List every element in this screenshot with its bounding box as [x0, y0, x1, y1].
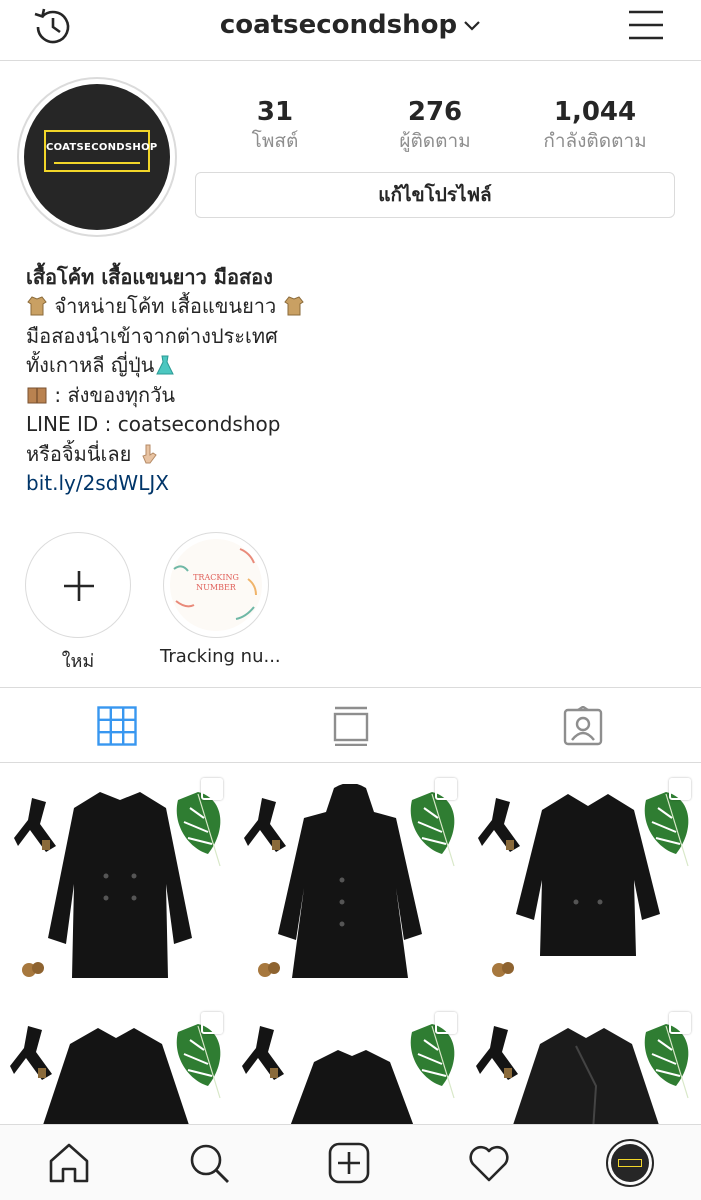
add-post-icon[interactable]: [327, 1141, 371, 1185]
highlight-new[interactable]: ใหม่: [22, 532, 134, 675]
home-icon[interactable]: [47, 1141, 91, 1185]
grid-post-1[interactable]: [0, 766, 233, 998]
profile-bio: เสื้อโค้ท เสื้อแขนยาว มือสอง จำหน่ายโค้ท…: [26, 262, 676, 499]
stat-followers[interactable]: 276 ผู้ติดตาม: [365, 96, 505, 154]
stat-posts-label: โพสต์: [251, 130, 299, 152]
avatar-logo-box: COATSECONDSHOP: [44, 130, 158, 172]
bio-line-5: LINE ID : coatsecondshop: [26, 412, 281, 436]
coat-emoji-icon: [283, 296, 304, 316]
pointing-down-emoji-icon: [142, 444, 157, 463]
grid-post-6[interactable]: [468, 1000, 701, 1126]
highlight-new-circle: [25, 532, 131, 638]
multiple-photos-icon: [201, 778, 223, 800]
grid-post-5[interactable]: [234, 1000, 467, 1126]
dress-emoji-icon: [156, 355, 175, 375]
stat-posts-count: 31: [256, 97, 294, 127]
pinecone-image: [258, 962, 280, 977]
highlight-new-label: ใหม่: [61, 651, 95, 672]
avatar-image: COATSECONDSHOP: [24, 84, 170, 230]
feed-icon[interactable]: [331, 706, 371, 746]
bio-line-2: มือสองนำเข้าจากต่างประเทศ: [26, 323, 278, 348]
stat-following-label: กำลังติดตาม: [543, 130, 647, 152]
grid-post-2[interactable]: [234, 766, 467, 998]
multiple-photos-icon: [669, 778, 691, 800]
hamburger-menu-icon[interactable]: [627, 8, 665, 42]
grid-post-3[interactable]: [468, 766, 701, 998]
top-bar: coatsecondshop: [0, 0, 701, 61]
profile-name: เสื้อโค้ท เสื้อแขนยาว มือสอง: [26, 265, 273, 289]
highlight-tracking[interactable]: TRACKING NUMBER Tracking nu...: [160, 532, 281, 667]
leaf-image: [176, 792, 221, 867]
multiple-photos-icon: [669, 1012, 691, 1034]
stat-followers-label: ผู้ติดตาม: [399, 130, 471, 152]
stat-followers-count: 276: [407, 97, 463, 127]
bio-line-3-text: ทั้งเกาหลี ญี่ปุ่น: [26, 353, 155, 377]
stat-posts[interactable]: 31 โพสต์: [205, 96, 345, 154]
chevron-down-icon: [464, 20, 480, 31]
bio-link[interactable]: bit.ly/2sdWLJX: [26, 469, 676, 499]
pinecone-image: [22, 962, 44, 977]
username-title: coatsecondshop: [219, 10, 458, 40]
bio-line-1: จำหน่ายโค้ท เสื้อแขนยาว: [26, 292, 676, 322]
profile-avatar[interactable]: COATSECONDSHOP: [17, 77, 177, 237]
bio-line-4-text: : ส่งของทุกวัน: [54, 382, 176, 407]
highlight-tracking-cover: TRACKING NUMBER: [170, 539, 262, 631]
profile-tabs: [0, 687, 701, 763]
bio-line-1-text: จำหน่ายโค้ท เสื้อแขนยาว: [54, 294, 277, 318]
package-emoji-icon: [27, 387, 47, 403]
leaf-image: [644, 792, 689, 867]
tracking-cover-line-1: TRACKING: [193, 573, 239, 582]
tracking-cover-text: TRACKING NUMBER: [170, 573, 262, 593]
stat-following[interactable]: 1,044 กำลังติดตาม: [525, 96, 665, 154]
profile-avatar-icon[interactable]: [606, 1139, 654, 1187]
search-icon[interactable]: [187, 1141, 231, 1185]
avatar-logo-underline: [54, 162, 140, 164]
heart-icon[interactable]: [467, 1141, 511, 1185]
multiple-photos-icon: [201, 1012, 223, 1034]
coat-emoji-icon: [27, 296, 47, 316]
grid-icon[interactable]: [97, 706, 137, 746]
multiple-photos-icon: [435, 778, 457, 800]
avatar-logo-text: COATSECONDSHOP: [46, 142, 158, 153]
pinecone-image: [492, 962, 514, 977]
bio-line-3: ทั้งเกาหลี ญี่ปุ่น: [26, 351, 676, 381]
tagged-icon[interactable]: [563, 706, 603, 746]
bio-line-4: : ส่งของทุกวัน: [26, 381, 676, 411]
grid-post-4[interactable]: [0, 1000, 233, 1126]
bottom-navigation: [0, 1124, 701, 1200]
photo-grid: [0, 766, 701, 1126]
bio-line-6: หรือจิ้มนี่เลย: [26, 440, 676, 470]
highlight-tracking-circle: TRACKING NUMBER: [163, 532, 269, 638]
highlight-tracking-label: Tracking nu...: [160, 646, 281, 667]
stat-following-count: 1,044: [553, 97, 637, 127]
leaf-image: [410, 792, 455, 867]
bio-line-6-text: หรือจิ้มนี่เลย: [26, 441, 132, 466]
plus-icon: [64, 571, 94, 601]
username-switcher[interactable]: coatsecondshop: [0, 10, 701, 40]
profile-avatar-image: [611, 1144, 649, 1182]
profile-avatar-logo: [618, 1159, 642, 1167]
tracking-cover-line-2: NUMBER: [196, 583, 236, 592]
edit-profile-button[interactable]: แก้ไขโปรไฟล์: [195, 172, 675, 218]
multiple-photos-icon: [435, 1012, 457, 1034]
